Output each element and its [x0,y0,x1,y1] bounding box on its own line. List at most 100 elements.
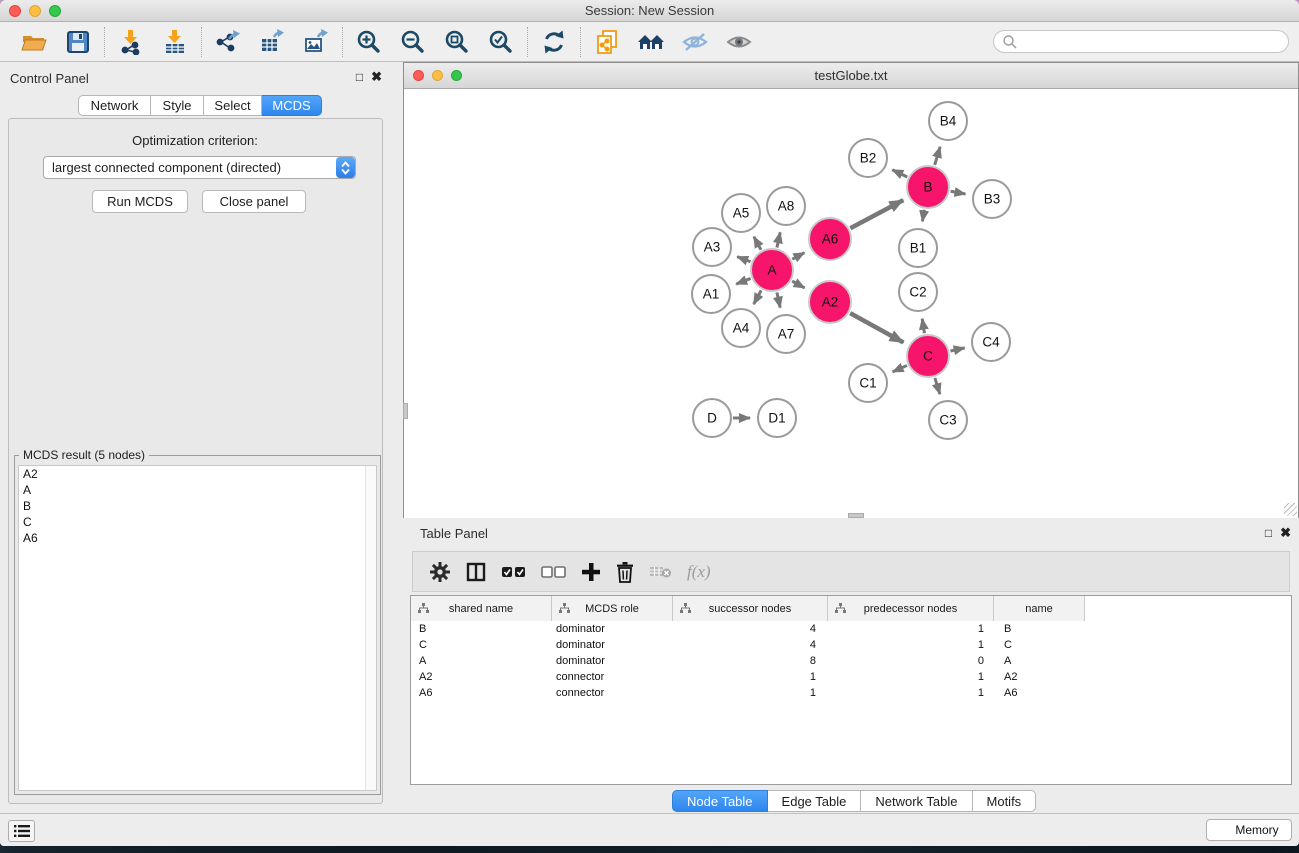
tab-select[interactable]: Select [204,95,262,116]
tab-network[interactable]: Network [78,95,151,116]
table-cell[interactable]: 1 [828,671,994,687]
graph-edge-A-A7[interactable] [777,292,780,307]
table-cell[interactable]: dominator [552,639,673,655]
refresh-view-button[interactable] [541,29,567,55]
table-row[interactable]: A6connector11A6 [411,687,1085,703]
select-all-button[interactable] [501,565,527,579]
network-graph[interactable]: B4B2BB3A8A5A6A3B1AC2A1A2A4A7C4CC1DD1C3 [404,90,1298,518]
add-column-button[interactable] [581,562,601,582]
criterion-dropdown[interactable]: largest connected component (directed) [43,156,356,179]
table-cell[interactable]: 4 [673,639,828,655]
run-mcds-button[interactable]: Run MCDS [92,190,188,213]
tab-mcds[interactable]: MCDS [262,95,322,116]
deselect-all-button[interactable] [541,565,567,579]
table-cell[interactable]: 1 [673,687,828,703]
table-cell[interactable]: 8 [673,655,828,671]
table-cell[interactable]: dominator [552,623,673,639]
table-cell[interactable]: A6 [994,687,1085,703]
close-panel-button[interactable]: Close panel [202,190,306,213]
graph-edge-A-A5[interactable] [754,237,761,250]
first-neighbors-button[interactable] [638,29,664,55]
column-header-successor-nodes[interactable]: successor nodes [673,596,828,621]
graph-edge-A-A4[interactable] [754,290,761,304]
table-cell[interactable]: A [411,655,552,671]
column-header-name[interactable]: name [994,596,1085,621]
search-input[interactable] [993,30,1289,53]
table-row[interactable]: A2connector11A2 [411,671,1085,687]
memory-button[interactable]: Memory [1206,819,1292,841]
export-table-button[interactable] [259,29,285,55]
tab-edge-table[interactable]: Edge Table [768,790,862,812]
graph-edge-A-A1[interactable] [736,278,750,284]
graph-edge-B-B1[interactable] [922,210,924,222]
network-resize-grip[interactable] [1284,503,1297,516]
table-row[interactable]: Bdominator41B [411,623,1085,639]
graph-edge-C-C1[interactable] [893,365,907,371]
network-canvas[interactable]: B4B2BB3A8A5A6A3B1AC2A1A2A4A7C4CC1DD1C3 [404,90,1298,518]
table-cell[interactable]: connector [552,687,673,703]
graph-edge-A-A8[interactable] [777,232,780,247]
table-cell[interactable]: 4 [673,623,828,639]
network-vertical-scrollbar[interactable] [403,403,408,419]
graph-edge-C-C3[interactable] [935,378,940,394]
export-network-button[interactable] [215,29,241,55]
open-session-button[interactable] [21,29,47,55]
graph-edge-C-C2[interactable] [922,319,924,334]
table-cell[interactable]: 1 [673,671,828,687]
show-task-history-button[interactable] [8,820,35,842]
function-builder-button[interactable]: f(x) [687,562,711,582]
import-network-button[interactable] [118,29,144,55]
table-row[interactable]: Cdominator41C [411,639,1085,655]
tab-node-table[interactable]: Node Table [672,790,768,812]
table-cell[interactable]: A6 [411,687,552,703]
tab-motifs[interactable]: Motifs [973,790,1037,812]
result-list-item[interactable]: A [19,482,376,498]
table-cell[interactable]: B [411,623,552,639]
table-cell[interactable]: dominator [552,655,673,671]
column-header-mcds-role[interactable]: MCDS role [552,596,673,621]
graph-edge-A6-B[interactable] [850,200,903,228]
close-panel-icon[interactable]: ✖ [371,70,382,84]
table-settings-button[interactable] [429,561,451,583]
close-table-panel-icon[interactable]: ✖ [1280,526,1291,540]
float-table-panel-icon[interactable]: □ [1265,526,1272,540]
float-panel-icon[interactable]: □ [356,70,363,84]
zoom-fit-button[interactable] [444,29,470,55]
graph-edge-B-B4[interactable] [935,147,940,165]
tab-style[interactable]: Style [151,95,204,116]
graph-edge-C-C4[interactable] [950,348,964,351]
hide-selected-button[interactable] [682,29,708,55]
show-all-button[interactable] [726,29,752,55]
table-cell[interactable]: C [994,639,1085,655]
zoom-selected-button[interactable] [488,29,514,55]
table-row[interactable]: Adominator80A [411,655,1085,671]
graph-edge-A2-C[interactable] [850,313,903,342]
graph-edge-A-A6[interactable] [792,253,804,259]
table-cell[interactable]: A2 [411,671,552,687]
import-table-button[interactable] [162,29,188,55]
graph-edge-A-A3[interactable] [737,257,750,262]
table-cell[interactable]: 0 [828,655,994,671]
zoom-in-button[interactable] [356,29,382,55]
graph-edge-A-A2[interactable] [792,281,804,288]
new-network-from-selection-button[interactable] [594,29,620,55]
result-list-item[interactable]: A2 [19,466,376,482]
node-table[interactable]: shared name MCDS role successor nodes pr… [410,595,1292,785]
column-header-shared-name[interactable]: shared name [411,596,552,621]
table-cell[interactable]: A2 [994,671,1085,687]
table-cell[interactable]: 1 [828,623,994,639]
delete-columns-button[interactable] [615,561,635,583]
result-list-item[interactable]: A6 [19,530,376,546]
table-cell[interactable]: 1 [828,687,994,703]
save-session-button[interactable] [65,29,91,55]
graph-edge-B-B3[interactable] [951,191,966,194]
delete-table-button[interactable] [649,564,673,580]
result-list-scrollbar[interactable] [365,466,376,790]
export-image-button[interactable] [303,29,329,55]
result-list-item[interactable]: C [19,514,376,530]
tab-network-table[interactable]: Network Table [861,790,972,812]
split-panel-button[interactable] [465,561,487,583]
table-cell[interactable]: A [994,655,1085,671]
result-list-item[interactable]: B [19,498,376,514]
column-header-predecessor-nodes[interactable]: predecessor nodes [828,596,994,621]
